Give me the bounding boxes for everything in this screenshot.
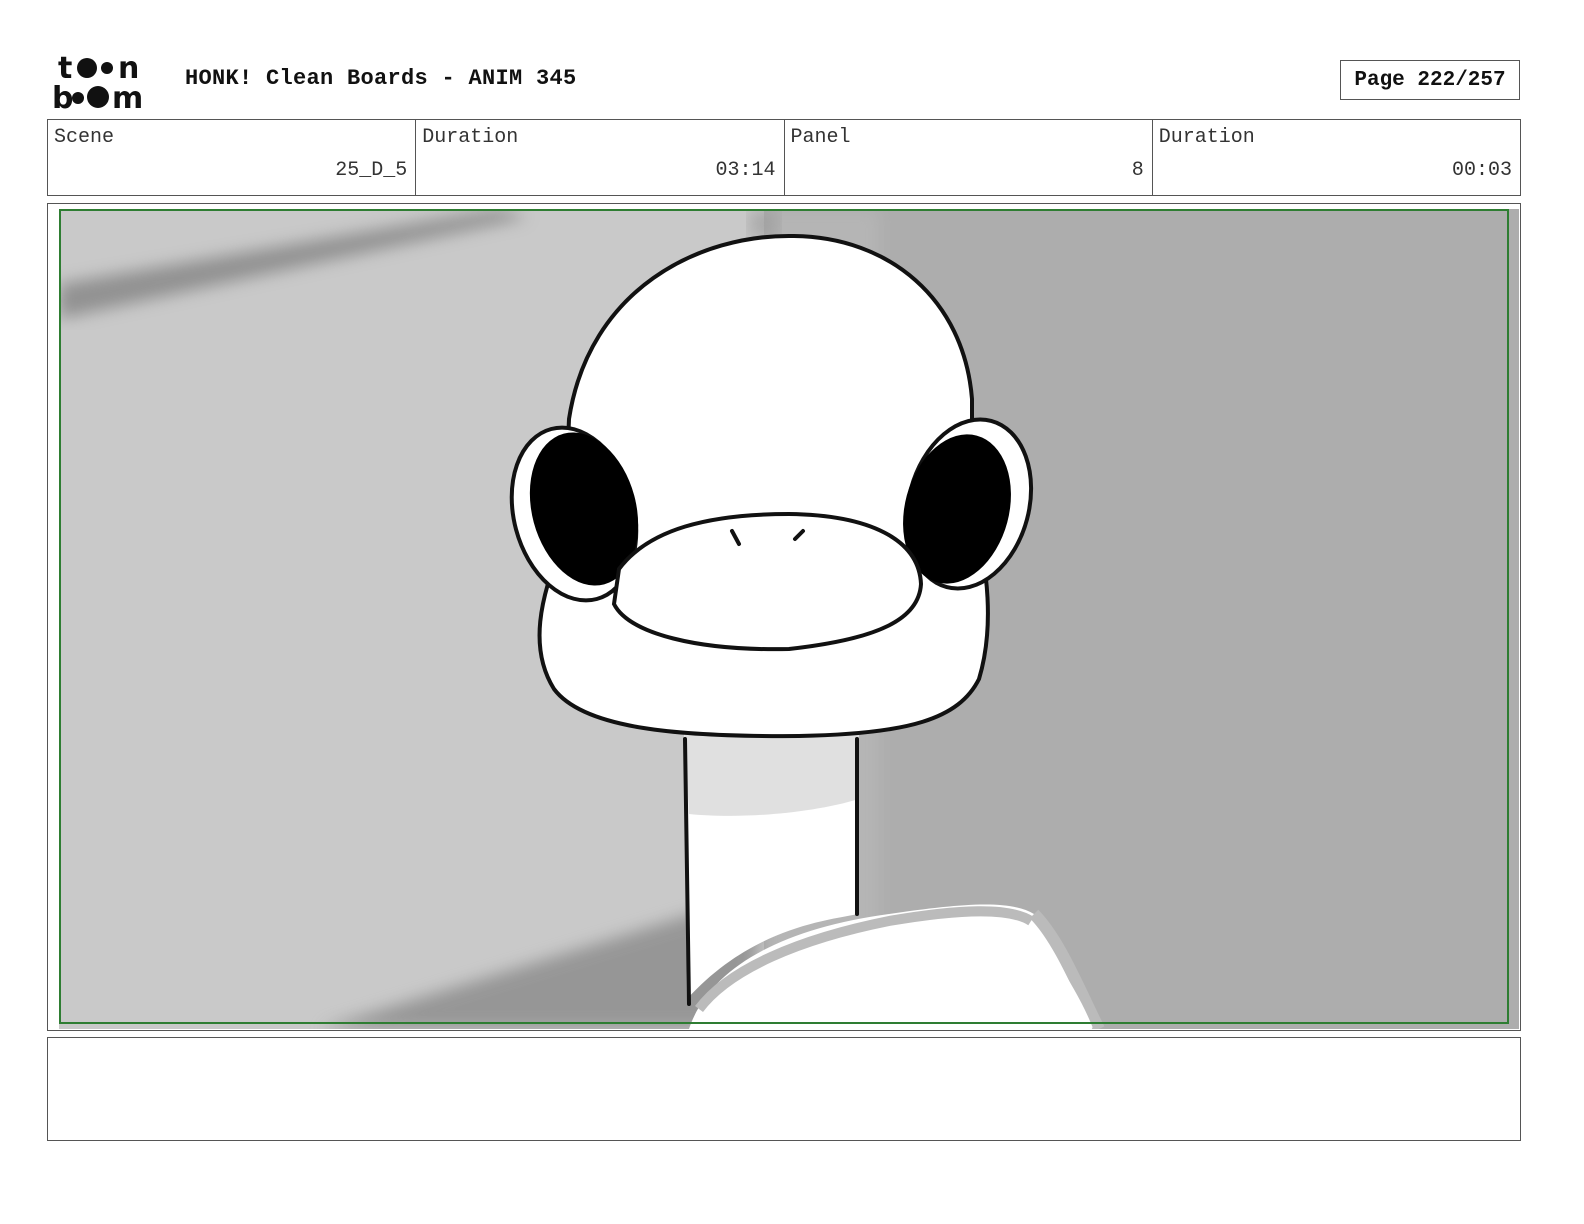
scene-duration-label: Duration [422, 126, 519, 149]
scene-cell: Scene 25_D_5 [48, 120, 417, 195]
scene-duration-value: 03:14 [715, 159, 776, 182]
document-title: HONK! Clean Boards - ANIM 345 [185, 66, 577, 91]
panel-duration-value: 00:03 [1451, 159, 1512, 182]
panel-duration-cell: Duration 00:03 [1153, 120, 1520, 195]
panel-info-table: Scene 25_D_5 Duration 03:14 Panel 8 Dura… [47, 119, 1521, 196]
scene-label: Scene [54, 126, 115, 149]
svg-text:b: b [52, 81, 73, 112]
page-number: Page 222/257 [1340, 60, 1520, 100]
toon-boom-logo: t n b m [52, 51, 143, 112]
panel-duration-label: Duration [1158, 126, 1255, 149]
panel-label: Panel [790, 126, 851, 149]
goose-drawing [59, 209, 1519, 1029]
panel-cell: Panel 8 [785, 120, 1153, 195]
panel-value: 8 [1131, 159, 1144, 182]
panel-notes [47, 1037, 1521, 1141]
storyboard-panel [47, 203, 1521, 1031]
scene-value: 25_D_5 [335, 159, 408, 182]
svg-text:m: m [112, 81, 143, 112]
scene-duration-cell: Duration 03:14 [416, 120, 785, 195]
